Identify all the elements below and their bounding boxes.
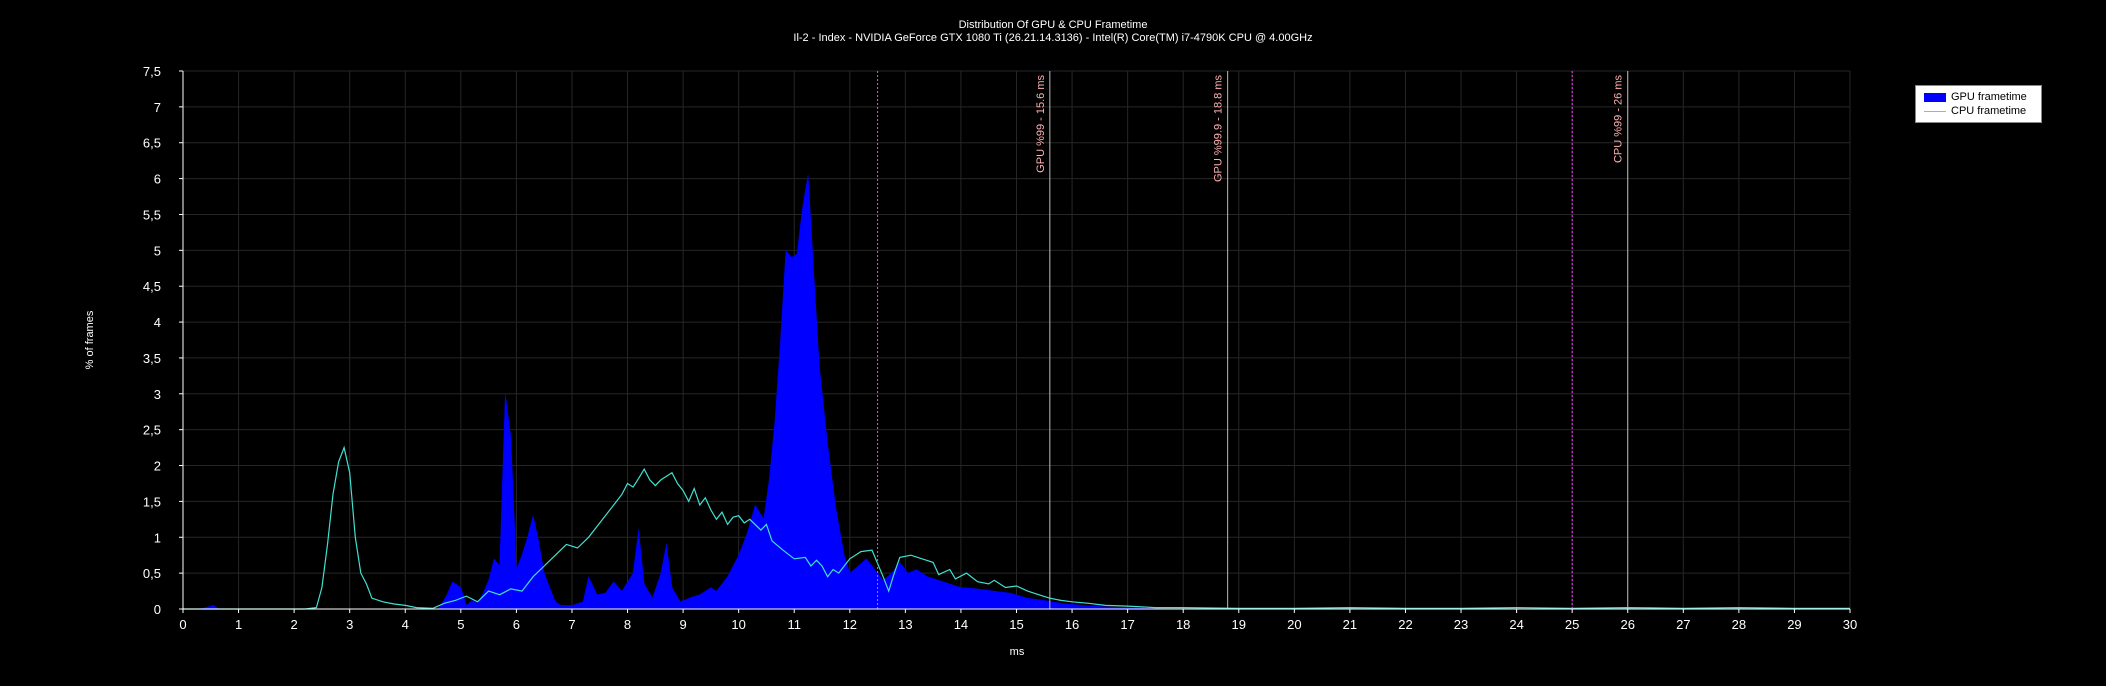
x-tick-label: 7: [568, 617, 575, 632]
y-tick-label: 1,5: [143, 494, 161, 509]
x-tick-label: 5: [457, 617, 464, 632]
x-tick-label: 27: [1676, 617, 1690, 632]
x-tick-label: 12: [843, 617, 857, 632]
marker-label: GPU %99 - 15.6 ms: [1035, 75, 1047, 173]
y-tick-label: 5,5: [143, 207, 161, 222]
percentile-markers: GPU %99 - 15.6 ms GPU %99.9 - 18.8 ms CPU …: [877, 71, 1629, 609]
x-tick-label: 9: [679, 617, 686, 632]
marker-label: CPU %99 - 26 ms: [1613, 75, 1625, 164]
y-axis-label: % of frames: [84, 310, 96, 369]
y-tick-label: 1: [154, 530, 161, 545]
y-tick-label: 2,5: [143, 423, 161, 438]
x-tick-label: 25: [1565, 617, 1579, 632]
x-tick-label: 1: [235, 617, 242, 632]
x-tick-label: 0: [179, 617, 186, 632]
x-tick-label: 6: [513, 617, 520, 632]
y-tick-label: 0: [154, 602, 161, 617]
x-tick-label: 15: [1009, 617, 1023, 632]
x-tick-label: 29: [1787, 617, 1801, 632]
x-tick-label: 19: [1232, 617, 1246, 632]
x-tick-label: 22: [1398, 617, 1412, 632]
x-tick-label: 4: [402, 617, 409, 632]
x-tick-label: 21: [1343, 617, 1357, 632]
y-tick-label: 2: [154, 459, 161, 474]
x-tick-label: 11: [787, 617, 801, 632]
x-tick-label: 2: [291, 617, 298, 632]
x-tick-label: 13: [898, 617, 912, 632]
grid: [182, 70, 1851, 610]
x-tick-label: 23: [1454, 617, 1468, 632]
y-tick-label: 7,5: [143, 64, 161, 79]
x-tick-label: 14: [954, 617, 968, 632]
gpu-frametime-area: [199, 174, 1184, 610]
y-tick-label: 4,5: [143, 279, 161, 294]
legend-item-cpu: CPU frametime: [1924, 104, 2026, 118]
y-tick-label: 3: [154, 387, 161, 402]
legend-swatch-cpu: [1924, 110, 1946, 112]
legend-label-gpu: GPU frametime: [1951, 91, 2027, 103]
legend: GPU frametime CPU frametime: [1915, 85, 2042, 123]
legend-label-cpu: CPU frametime: [1951, 105, 2027, 117]
x-tick-label: 17: [1120, 617, 1134, 632]
x-tick-label: 20: [1287, 617, 1301, 632]
y-tick-label: 4: [154, 315, 161, 330]
x-tick-label: 30: [1843, 617, 1857, 632]
y-tick-label: 5: [154, 243, 161, 258]
y-tick-label: 3,5: [143, 351, 161, 366]
marker-label: GPU %99.9 - 18.8 ms: [1213, 75, 1225, 182]
axes: 0 1 2 3 4 5 6 7 8 9 10 11 12 13 14 15 16 17 18 19 20 21 22 23 24…: [143, 64, 1857, 632]
y-tick-label: 6,5: [143, 136, 161, 151]
x-tick-label: 8: [624, 617, 631, 632]
legend-item-gpu: GPU frametime: [1924, 90, 2027, 104]
x-tick-label: 3: [346, 617, 353, 632]
x-tick-label: 28: [1732, 617, 1746, 632]
y-tick-label: 7: [154, 100, 161, 115]
y-tick-label: 6: [154, 172, 161, 187]
x-tick-label: 10: [731, 617, 745, 632]
y-tick-label: 0,5: [143, 566, 161, 581]
frametime-distribution-chart: GPU %99 - 15.6 ms GPU %99.9 - 18.8 ms CPU …: [84, 64, 1857, 658]
x-tick-label: 24: [1509, 617, 1523, 632]
x-tick-label: 26: [1620, 617, 1634, 632]
x-axis-label: ms: [1010, 646, 1025, 658]
x-tick-label: 18: [1176, 617, 1190, 632]
x-tick-label: 16: [1065, 617, 1079, 632]
legend-swatch-gpu: [1924, 92, 1946, 102]
